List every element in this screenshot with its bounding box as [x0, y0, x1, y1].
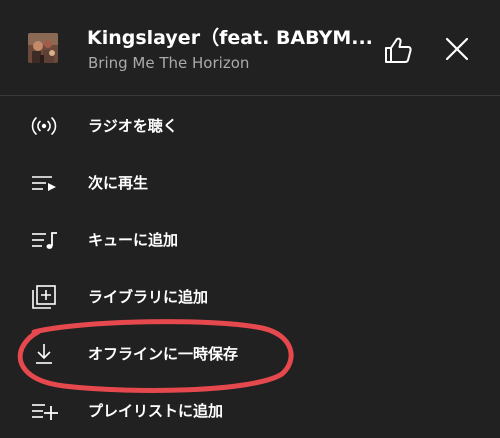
track-artist: Bring Me The Horizon [88, 54, 250, 72]
menu-item-add-to-library[interactable]: ライブラリに追加 [0, 272, 500, 322]
add-to-queue-icon [30, 227, 58, 253]
library-add-icon [30, 284, 58, 310]
menu-item-label: 次に再生 [88, 174, 149, 192]
like-button[interactable] [383, 36, 413, 64]
menu-item-play-next[interactable]: 次に再生 [0, 158, 500, 208]
close-icon [445, 37, 469, 61]
action-sheet: Kingslayer（feat. BABYM... Bring Me The H… [0, 0, 500, 438]
menu-item-add-to-playlist[interactable]: プレイリストに追加 [0, 386, 500, 436]
menu-item-label: ライブラリに追加 [88, 288, 209, 306]
track-title: Kingslayer（feat. BABYM... [87, 27, 372, 49]
download-icon [30, 341, 58, 367]
menu-item-radio[interactable]: ラジオを聴く [0, 101, 500, 151]
menu-item-label: キューに追加 [88, 231, 179, 249]
menu-item-label: プレイリストに追加 [88, 402, 224, 420]
radio-broadcast-icon [30, 113, 58, 139]
menu-item-label: ラジオを聴く [88, 117, 178, 135]
menu-item-add-to-queue[interactable]: キューに追加 [0, 215, 500, 265]
playlist-add-icon [30, 398, 58, 424]
album-art-thumbnail [28, 33, 58, 63]
close-button[interactable] [444, 36, 470, 62]
play-next-icon [30, 170, 58, 196]
track-header: Kingslayer（feat. BABYM... Bring Me The H… [0, 0, 500, 96]
menu-item-label: オフラインに一時保存 [88, 345, 239, 363]
menu-item-download[interactable]: オフラインに一時保存 [0, 329, 500, 379]
thumbs-up-icon [385, 37, 412, 63]
